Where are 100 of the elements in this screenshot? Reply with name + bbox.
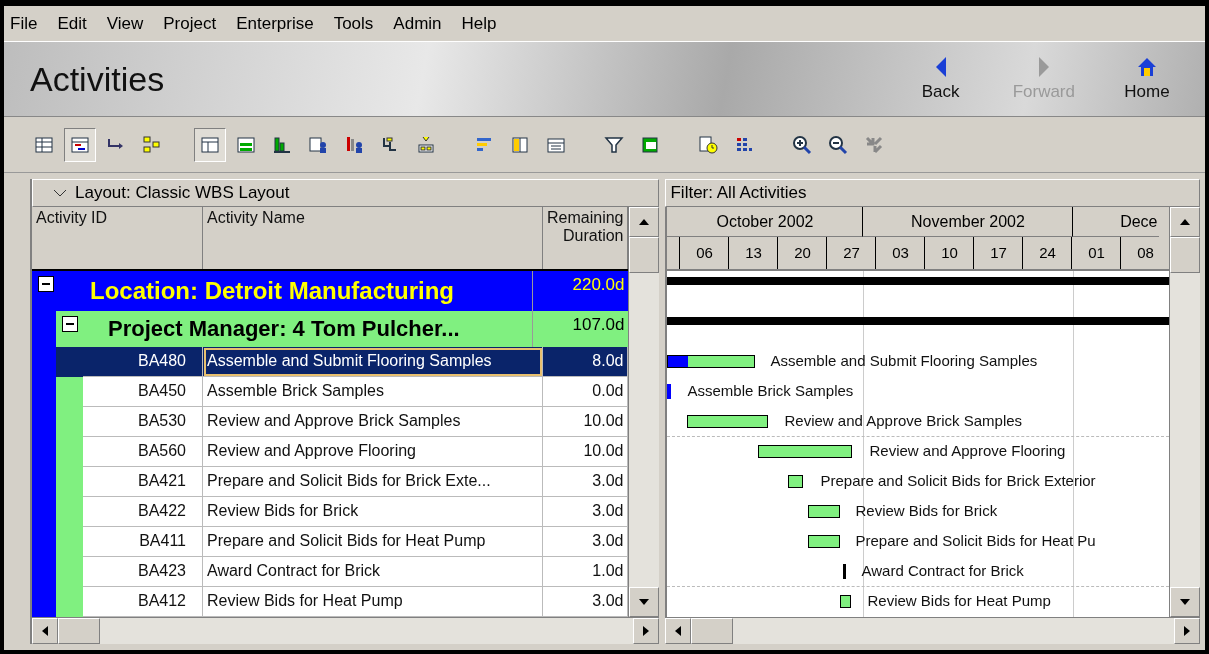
right-triangle-icon (1036, 56, 1051, 79)
activity-row[interactable]: BA560 Review and Approve Flooring 10.0d (32, 437, 629, 467)
activity-bar (808, 535, 841, 548)
manager-band (56, 587, 83, 617)
scroll-thumb[interactable] (58, 618, 100, 644)
bar-label: Prepare and Solicit Bids for Brick Exterior (820, 472, 1096, 489)
activity-bar (808, 505, 841, 518)
zoom-in-icon (791, 133, 813, 156)
menu-item[interactable]: File (10, 13, 38, 34)
right-triangle-icon (1184, 626, 1191, 636)
scroll-thumb[interactable] (691, 618, 734, 644)
bar-label: Award Contract for Brick (861, 562, 1024, 579)
home-button[interactable]: Home (1119, 56, 1175, 103)
vertical-scrollbar[interactable] (1169, 207, 1201, 617)
menu-item[interactable]: Admin (393, 13, 442, 34)
bar-label: Assemble and Submit Flooring Samples (770, 352, 1038, 369)
group-title: Project Manager: 4 Tom Pulcher... (107, 316, 461, 342)
activity-name-cell: Prepare and Solicit Bids for Heat Pump (203, 527, 543, 557)
down-triangle-icon (1180, 599, 1191, 605)
activity-name-cell: Review Bids for Brick (203, 497, 543, 527)
up-triangle-icon (639, 219, 650, 225)
bar-label: Prepare and Solicit Bids for Heat Pu (855, 532, 1096, 549)
duration-cell: 8.0d (543, 347, 629, 377)
window-button[interactable] (194, 127, 226, 162)
activity-row[interactable]: BA422 Review Bids for Brick 3.0d (32, 497, 629, 527)
gantt-button[interactable] (64, 127, 96, 162)
activity-id-cell: BA450 (83, 377, 203, 407)
activity-row[interactable]: BA423 Award Contract for Brick 1.0d (32, 557, 629, 587)
scroll-up-button[interactable] (1170, 207, 1201, 237)
week-header: 10 (924, 237, 974, 269)
activity-id-cell: BA530 (83, 407, 203, 437)
collapse-toggle[interactable] (62, 316, 78, 332)
activity-name-cell: Prepare and Solicit Bids for Brick Exte... (203, 467, 543, 497)
page-title: Activities (30, 59, 165, 99)
menu-item[interactable]: Project (163, 13, 217, 34)
activity-row[interactable]: BA530 Review and Approve Brick Samples 10.0d (32, 407, 629, 437)
activity-name-cell: Award Contract for Brick (203, 557, 543, 587)
bar-label: Review Bids for Heat Pump (867, 592, 1051, 609)
manager-group-row[interactable]: Project Manager: 4 Tom Pulcher... 107.0d (56, 311, 629, 347)
activity-id-cell: BA480 (83, 347, 203, 377)
left-triangle-icon (675, 626, 682, 636)
location-band (32, 587, 56, 617)
location-group-row[interactable]: Location: Detroit Manufacturing 220.0d (32, 271, 629, 311)
filter-label: Filter: All Activities (670, 183, 807, 203)
activity-row[interactable]: BA480 Assemble and Submit Flooring Samples 8.0d (32, 347, 629, 377)
week-header: 20 (777, 237, 827, 269)
manager-band (56, 377, 83, 407)
activity-bar (840, 595, 852, 608)
activity-id-cell: BA422 (83, 497, 203, 527)
layout-bar[interactable]: Layout: Classic WBS Layout (32, 179, 660, 207)
menu-item[interactable]: View (106, 13, 144, 34)
activity-row[interactable]: BA411 Prepare and Solicit Bids for Heat Pump 3.0d (32, 527, 629, 557)
activity-name-cell: Assemble Brick Samples (203, 377, 543, 407)
scroll-down-button[interactable] (629, 587, 660, 617)
scroll-thumb[interactable] (1170, 237, 1201, 273)
week-header: 24 (1022, 237, 1072, 269)
week-header: 06 (679, 237, 729, 269)
scroll-left-button[interactable] (665, 618, 692, 644)
group-title: Location: Detroit Manufacturing (89, 277, 455, 305)
scroll-thumb[interactable] (629, 237, 660, 273)
down-triangle-icon (639, 599, 650, 605)
activity-row[interactable]: BA450 Assemble Brick Samples 0.0d (32, 377, 629, 407)
menu-item[interactable]: Help (461, 13, 497, 34)
menu-item[interactable]: Enterprise (236, 13, 314, 34)
layout-label: Layout: Classic WBS Layout (75, 183, 290, 203)
left-triangle-icon (42, 626, 48, 636)
filter-bar[interactable]: Filter: All Activities (665, 179, 1201, 207)
activity-name-cell: Review and Approve Brick Samples (203, 407, 543, 437)
scroll-up-button[interactable] (629, 207, 660, 237)
horizontal-scrollbar[interactable] (665, 617, 1201, 644)
scroll-left-button[interactable] (32, 618, 58, 644)
bar-label: Review Bids for Brick (855, 502, 998, 519)
menu-item[interactable]: Tools (333, 13, 374, 34)
up-triangle-icon (1180, 219, 1191, 225)
bar-label: Review and Approve Brick Samples (784, 412, 1023, 429)
vertical-scrollbar[interactable] (628, 207, 660, 617)
right-triangle-icon (643, 626, 650, 636)
clock-document-icon (697, 133, 719, 156)
bar-label: Assemble Brick Samples (687, 382, 854, 399)
column-header[interactable]: Activity Name (203, 207, 543, 269)
home-icon (1136, 56, 1158, 79)
scroll-right-button[interactable] (1174, 618, 1201, 644)
activity-row[interactable]: BA421 Prepare and Solicit Bids for Brick Exte... 3.0d (32, 467, 629, 497)
chevron-down-icon (53, 188, 67, 198)
zoom-out-icon (827, 133, 849, 156)
horizontal-scrollbar[interactable] (32, 617, 660, 644)
bar-label: Review and Approve Flooring (869, 442, 1066, 459)
column-header[interactable]: Activity ID (32, 207, 203, 269)
week-header: 01 (1071, 237, 1121, 269)
activity-bar (788, 475, 804, 488)
week-header: 27 (826, 237, 876, 269)
collapse-toggle[interactable] (38, 276, 54, 292)
menu-item[interactable]: Edit (57, 13, 87, 34)
activity-id-cell: BA423 (83, 557, 203, 587)
scroll-right-button[interactable] (633, 618, 660, 644)
week-header: 03 (875, 237, 925, 269)
manager-band (56, 347, 83, 377)
activity-name-cell: Review and Approve Flooring (203, 437, 543, 467)
back-button[interactable]: Back (912, 56, 969, 103)
scroll-down-button[interactable] (1170, 587, 1201, 617)
